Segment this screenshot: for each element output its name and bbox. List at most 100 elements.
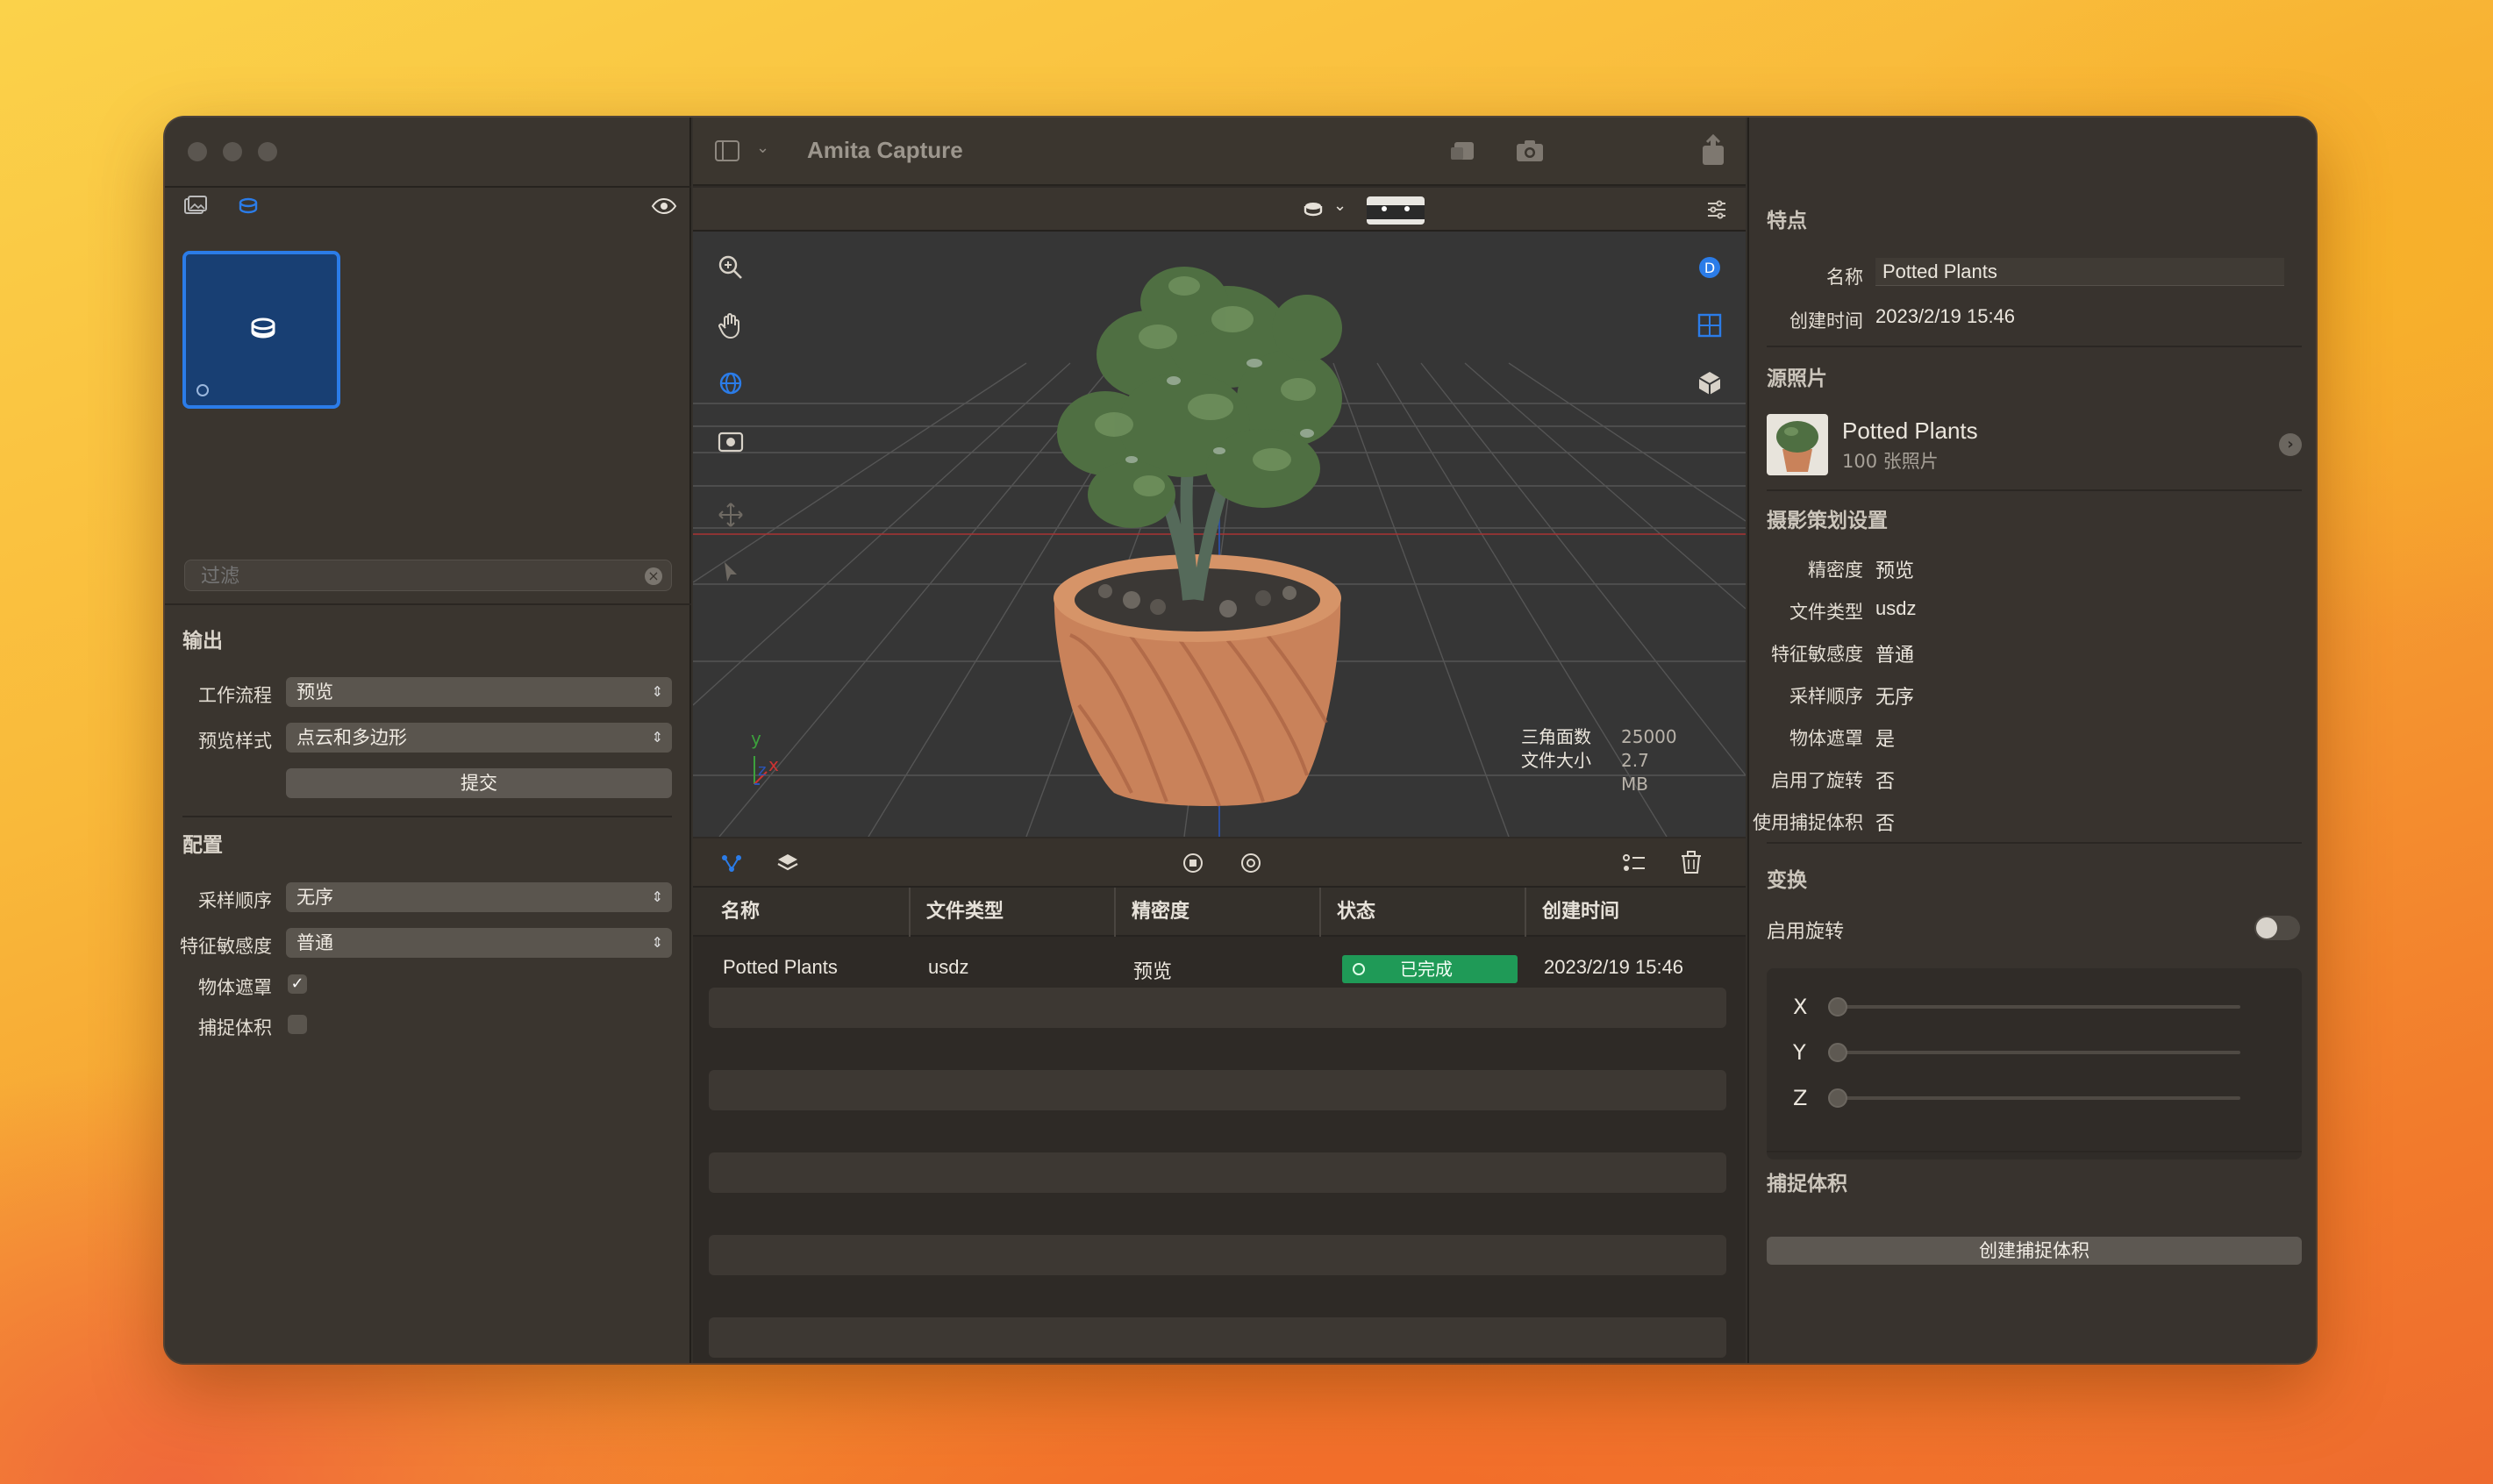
preview-style-value: 点云和多边形 [296,727,407,748]
setting-label: 特征敏感度 [1771,644,1863,665]
move-icon[interactable] [716,500,746,530]
column-header-status[interactable]: 状态 [1321,888,1526,937]
slider-x-track[interactable] [1837,1005,2240,1009]
column-header-precision[interactable]: 精密度 [1116,888,1321,937]
filesize-label: 文件大小 [1521,750,1591,771]
create-capture-volume-button[interactable]: 创建捕捉体积 [1767,1237,2302,1265]
settings-title: 摄影策划设置 [1767,510,1888,532]
filesize-value: 2.7 MB [1621,750,1649,795]
divider [182,816,672,817]
model-select-icon[interactable] [1300,196,1326,223]
cell-type: usdz [928,956,969,978]
chevron-down-icon[interactable]: ⌄ [1333,196,1347,215]
source-thumbnail [1767,414,1828,475]
preview-style-label: 预览样式 [198,731,272,752]
snapshot-icon[interactable] [716,426,746,456]
app-window: × 输出 工作流程 预览 ⇕ 预览样式 点云和多边形 ⇕ 提交 配置 采样顺序 无序… [165,118,2316,1363]
cell-name: Potted Plants [723,956,838,978]
layers-icon[interactable] [775,851,800,875]
table-row[interactable]: Potted Plants usdz 预览 已完成 2023/2/19 15:4… [709,945,1726,986]
rotation-sliders: X Y Z [1767,968,2302,1159]
rotation-label: 启用旋转 [1767,921,1845,943]
object-mask-checkbox[interactable]: ✓ [288,974,307,994]
filter-input[interactable] [201,560,622,592]
empty-row [709,988,1726,1028]
slider-y-track[interactable] [1837,1051,2240,1054]
chevron-right-icon[interactable]: › [2279,433,2302,456]
filter-field[interactable]: × [184,560,672,592]
feature-sensitivity-value: 普通 [296,932,333,953]
sample-order-select[interactable]: 无序 ⇕ [286,882,672,912]
status-dot [196,384,209,396]
list-options-icon[interactable] [1621,851,1647,875]
dimension-badge-icon[interactable]: D [1695,253,1725,282]
zoom-window-button[interactable] [258,142,277,161]
chevron-down-icon[interactable]: ⌄ [756,139,769,157]
name-field[interactable]: Potted Plants [1875,258,2284,286]
name-label: 名称 [1826,267,1863,288]
slider-z-knob[interactable] [1828,1088,1847,1108]
camera-icon[interactable] [1514,135,1546,167]
status-text: 已完成 [1400,959,1453,980]
divider [165,186,691,188]
divider [1767,346,2302,347]
column-header-type[interactable]: 文件类型 [911,888,1116,937]
capture-volume-label: 捕捉体积 [198,1017,272,1038]
rotation-toggle[interactable] [2254,916,2300,940]
pan-hand-icon[interactable] [716,310,746,340]
orbit-icon[interactable] [716,368,746,398]
stack-icon[interactable] [1447,135,1479,167]
grid-toggle-icon[interactable] [1695,310,1725,340]
sidebar-toggle-icon[interactable] [714,139,740,163]
minimize-window-button[interactable] [223,142,242,161]
eye-icon[interactable] [651,193,677,219]
setting-label: 物体遮罩 [1789,728,1863,749]
models-tab-icon[interactable] [235,193,261,219]
feature-sensitivity-select[interactable]: 普通 ⇕ [286,928,672,958]
svg-text:D: D [1704,260,1715,276]
setting-value: 普通 [1875,644,1915,666]
slider-z-track[interactable] [1837,1096,2240,1100]
model-thumbnail[interactable] [182,251,340,409]
setting-value: 是 [1875,728,1896,750]
workflow-value: 预览 [296,681,333,703]
setting-value: usdz [1875,597,1917,619]
created-value: 2023/2/19 15:46 [1875,305,2016,327]
column-header-created[interactable]: 创建时间 [1526,888,1732,937]
axis-x-label: x [768,754,779,775]
node-graph-icon[interactable] [719,851,744,875]
share-icon[interactable] [1698,133,1728,168]
environment-thumbnail[interactable] [1367,196,1425,225]
source-name: Potted Plants [1842,417,1978,444]
divider [1767,842,2302,844]
updown-chevron-icon: ⇕ [651,888,663,905]
workflow-select[interactable]: 预览 ⇕ [286,677,672,707]
transform-title: 变换 [1767,869,1807,892]
settings-sliders-icon[interactable] [1705,198,1728,221]
axis-z-label: z [758,761,767,780]
submit-button[interactable]: 提交 [286,768,672,798]
3d-viewport[interactable]: y x z D 三角面数 25000 文件大小 2.7 MB [693,232,1746,837]
cube-icon[interactable] [1695,368,1725,398]
capture-volume-checkbox[interactable] [288,1015,307,1034]
trash-icon[interactable] [1679,849,1704,875]
record-icon[interactable] [1181,851,1205,875]
slider-x-knob[interactable] [1828,997,1847,1017]
empty-row [709,1152,1726,1193]
photos-tab-icon[interactable] [182,193,209,219]
sidebar: × 输出 工作流程 预览 ⇕ 预览样式 点云和多边形 ⇕ 提交 配置 采样顺序 无序… [165,118,691,1363]
close-window-button[interactable] [188,142,207,161]
column-header-name[interactable]: 名称 [705,888,911,937]
preview-style-select[interactable]: 点云和多边形 ⇕ [286,723,672,753]
zoom-icon[interactable] [716,253,746,282]
app-title: Amita Capture [807,137,963,163]
target-icon[interactable] [1239,851,1263,875]
main-area: ⌄ Amita Capture ⌄ y x z D 三角面数 25000 文件大… [693,118,1746,1363]
empty-row [709,1235,1726,1275]
title-bar: ⌄ Amita Capture [693,118,1746,186]
slider-y-knob[interactable] [1828,1043,1847,1062]
clear-icon[interactable]: × [645,567,662,585]
cell-precision: 预览 [1133,960,1173,982]
status-badge: 已完成 [1342,955,1518,983]
pointer-icon[interactable] [716,558,746,588]
